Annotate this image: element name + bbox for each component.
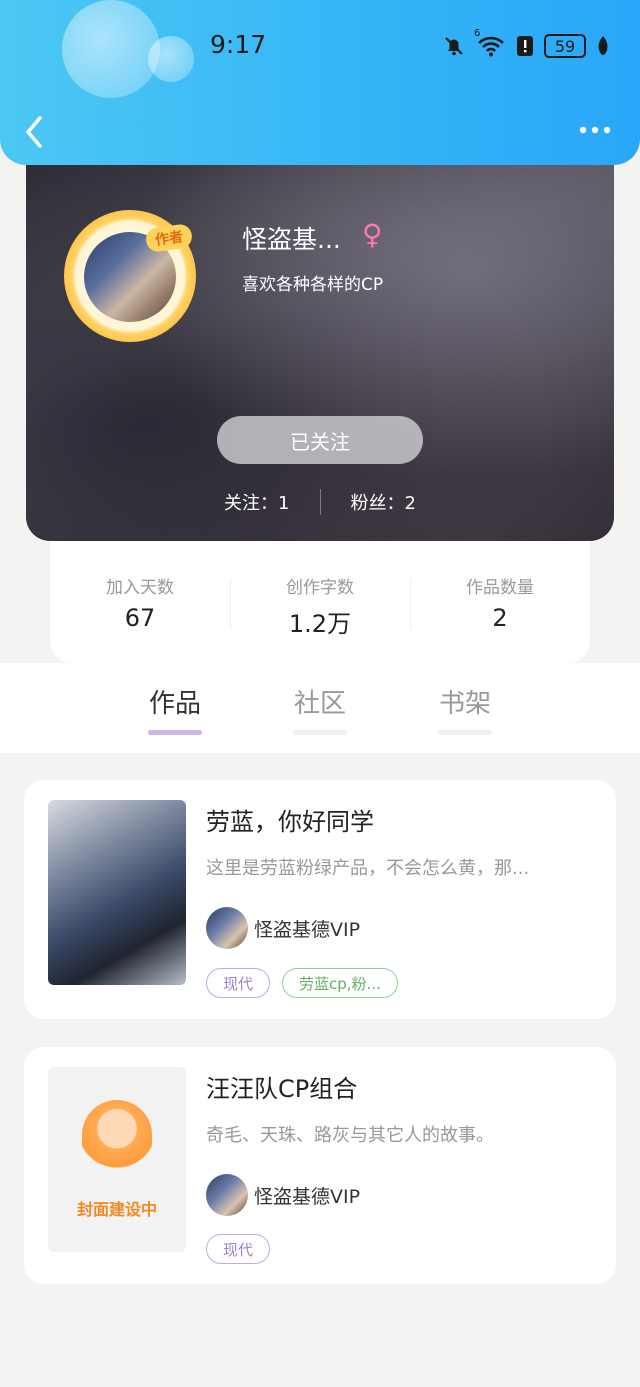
battery-level: 59: [554, 36, 576, 56]
author-avatar-frame[interactable]: 作者: [64, 210, 196, 342]
tab-label: 书架: [438, 689, 491, 719]
avatar: [206, 907, 248, 949]
profile-bio: 喜欢各种各样的CP: [242, 275, 384, 295]
tag-genre[interactable]: 现代: [206, 968, 271, 998]
bell-muted-icon: [445, 37, 463, 56]
divider: [319, 489, 321, 515]
stat-value: 67: [124, 604, 156, 632]
tab-indicator: [148, 730, 202, 735]
network-label: 6: [474, 28, 481, 39]
tag-cp[interactable]: 劳蓝cp,粉...: [282, 968, 398, 998]
chevron-left-icon[interactable]: [20, 112, 50, 152]
stat-works-count: 作品数量 2: [410, 541, 590, 663]
cover-placeholder-text: 封面建设中: [76, 1199, 157, 1219]
placeholder-mascot: [82, 1099, 152, 1182]
stats-card: 加入天数 67 创作字数 1.2万 作品数量 2: [50, 541, 590, 663]
book-description: 奇毛、天珠、路灰与其它人的故事。: [206, 1125, 494, 1146]
book-author[interactable]: 怪盗基德VIP: [206, 907, 360, 949]
profile-card: 作者 怪盗基... ♀ 喜欢各种各样的CP 已关注 关注：1 粉丝：2: [26, 150, 614, 541]
more-dots-icon[interactable]: [578, 118, 612, 142]
alert-icon: [517, 36, 533, 56]
author-name: 怪盗基德VIP: [254, 918, 361, 941]
tab-works[interactable]: 作品: [135, 683, 215, 735]
avatar: [206, 1174, 248, 1216]
tab-indicator: [438, 730, 492, 735]
book-title: 汪汪队CP组合: [206, 1075, 358, 1103]
tab-community[interactable]: 社区: [280, 683, 360, 735]
book-tags: 现代: [206, 1234, 271, 1264]
book-card[interactable]: 封面建设中 汪汪队CP组合 奇毛、天珠、路灰与其它人的故事。 怪盗基德VIP 现…: [24, 1047, 616, 1284]
author-name: 怪盗基德VIP: [254, 1185, 361, 1208]
tab-bookshelf[interactable]: 书架: [425, 683, 505, 735]
followed-button[interactable]: 已关注: [217, 416, 423, 464]
book-cover[interactable]: 封面建设中: [48, 1067, 186, 1252]
tab-bar: 作品 社区 书架: [0, 663, 640, 753]
following-count[interactable]: 关注：1: [224, 489, 289, 515]
female-icon: ♀: [362, 218, 383, 251]
book-title: 劳蓝，你好同学: [206, 808, 374, 836]
stat-value: 1.2万: [288, 610, 352, 638]
tab-indicator: [293, 730, 347, 735]
leaf-icon: [598, 36, 608, 55]
battery-icon: 59: [544, 34, 586, 58]
stat-value: 2: [492, 604, 508, 632]
wifi-icon: 6: [474, 28, 506, 58]
book-cover[interactable]: [48, 800, 186, 985]
stat-word-count: 创作字数 1.2万: [230, 541, 410, 663]
book-tags: 现代 劳蓝cp,粉...: [206, 968, 398, 998]
followers-count[interactable]: 粉丝：2: [351, 489, 416, 515]
status-time: 9:17: [210, 30, 267, 59]
follow-stats: 关注：1 粉丝：2: [26, 486, 614, 518]
tag-genre[interactable]: 现代: [206, 1234, 271, 1264]
tab-label: 作品: [148, 689, 201, 719]
stat-label: 作品数量: [466, 578, 534, 598]
stat-join-days: 加入天数 67: [50, 541, 230, 663]
stat-label: 创作字数: [286, 578, 354, 598]
book-author[interactable]: 怪盗基德VIP: [206, 1174, 360, 1216]
tab-label: 社区: [293, 689, 346, 719]
top-header: 9:17 6 59: [0, 0, 640, 165]
author-badge: 作者: [144, 222, 194, 254]
book-description: 这里是劳蓝粉绿产品，不会怎么黄，那...: [206, 858, 530, 879]
decorative-bubble: [62, 0, 160, 98]
stat-label: 加入天数: [106, 578, 174, 598]
book-card[interactable]: 劳蓝，你好同学 这里是劳蓝粉绿产品，不会怎么黄，那... 怪盗基德VIP 现代 …: [24, 780, 616, 1019]
decorative-bubble: [148, 36, 194, 82]
status-icons: 6 59: [442, 28, 610, 58]
profile-nickname: 怪盗基...: [242, 225, 341, 254]
